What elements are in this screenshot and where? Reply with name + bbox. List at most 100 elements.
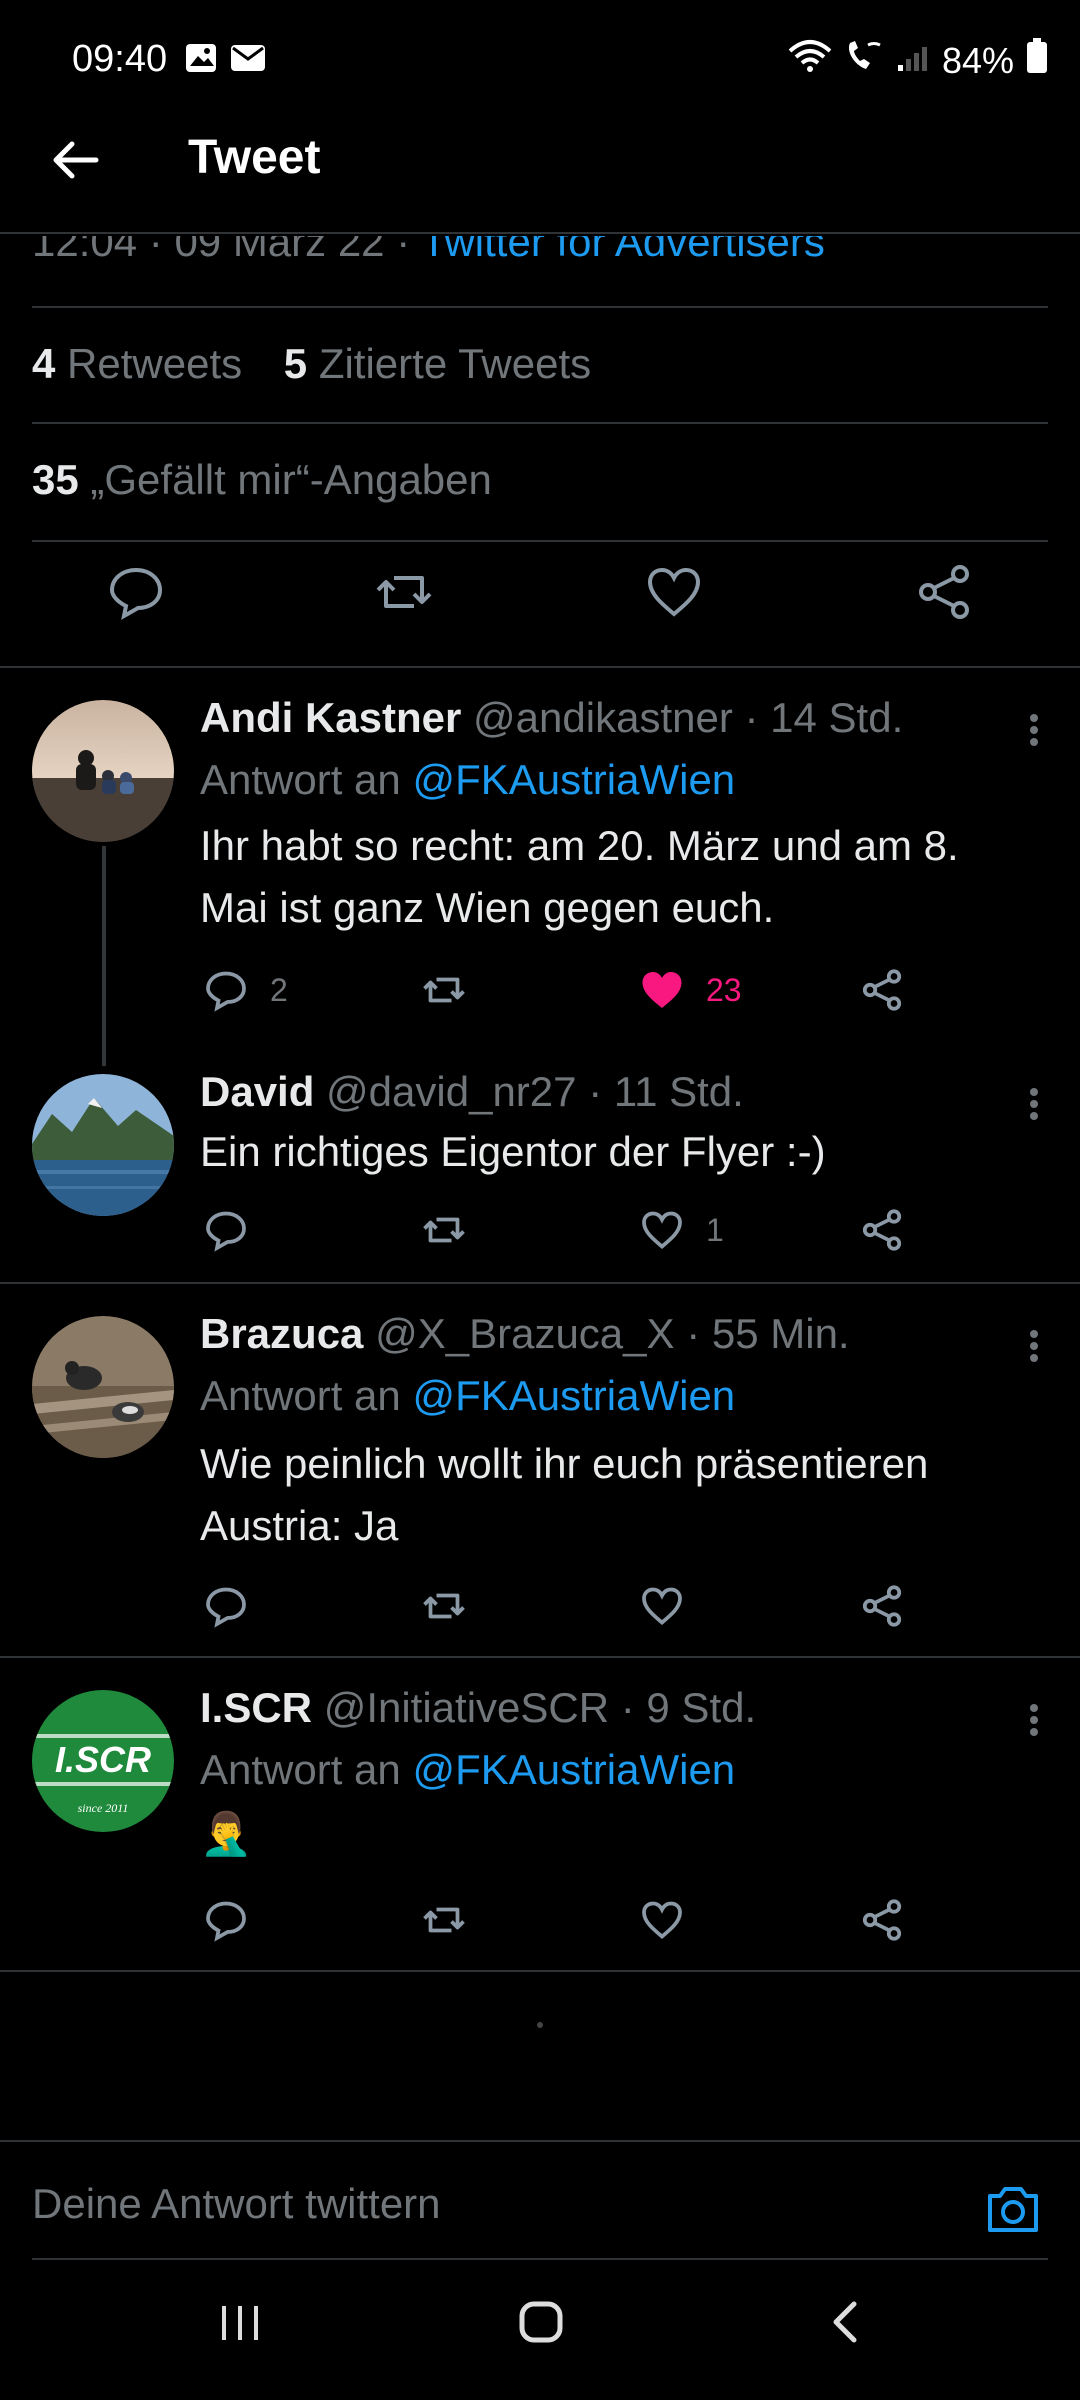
reply-to-label: Antwort an <box>200 756 401 803</box>
reply-to-label: Antwort an <box>200 1746 401 1793</box>
avatar[interactable] <box>32 1316 174 1458</box>
back-nav-icon[interactable] <box>826 2300 866 2349</box>
wifi-call-icon <box>844 39 884 82</box>
author-handle[interactable]: @andikastner <box>473 694 733 741</box>
reply-icon[interactable] <box>202 1206 250 1254</box>
divider <box>32 306 1048 308</box>
status-time: 09:40 <box>72 38 168 80</box>
retweet-icon[interactable] <box>420 1582 468 1630</box>
retweet-icon[interactable] <box>420 966 468 1014</box>
reply-age: 11 Std. <box>613 1068 744 1115</box>
battery-icon <box>1026 38 1048 83</box>
back-arrow-icon[interactable] <box>46 130 106 190</box>
author-handle[interactable]: @david_nr27 <box>326 1068 576 1115</box>
author-handle[interactable]: @InitiativeSCR <box>324 1684 609 1731</box>
author-handle[interactable]: @X_Brazuca_X <box>375 1310 674 1357</box>
reply-icon[interactable] <box>202 1582 250 1630</box>
reply-count: 2 <box>270 972 288 1008</box>
divider <box>0 666 1080 668</box>
likes-count: 35 <box>32 456 79 503</box>
retweet-icon[interactable] <box>372 560 436 624</box>
svg-text:I.SCR: I.SCR <box>55 1739 151 1780</box>
reply-age: 14 Std. <box>770 694 904 741</box>
recent-apps-icon[interactable] <box>218 2300 262 2349</box>
quotes-label: Zitierte Tweets <box>318 340 592 387</box>
reply-composer-input[interactable]: Deine Antwort twittern <box>32 2180 441 2228</box>
likes-link[interactable]: 35 „Gefällt mir“-Angaben <box>32 456 492 504</box>
top-app-bar <box>0 120 1080 236</box>
share-icon[interactable] <box>858 1896 906 1944</box>
composer-bottom-divider <box>32 2258 1048 2260</box>
reply-header: Brazuca @X_Brazuca_X · 55 Min. <box>200 1310 850 1357</box>
reply-icon[interactable] <box>104 560 168 624</box>
divider <box>0 1656 1080 1658</box>
author-name[interactable]: Andi Kastner <box>200 694 461 741</box>
share-icon[interactable] <box>858 1206 906 1254</box>
reply-header: Andi Kastner @andikastner · 14 Std. <box>200 694 904 741</box>
liked-heart-icon[interactable] <box>638 966 686 1014</box>
signal-icon <box>896 40 930 82</box>
status-bar: 09:40 84% <box>0 0 1080 120</box>
mail-notification-icon <box>230 44 266 77</box>
reply-age: 9 Std. <box>646 1684 757 1731</box>
reply-icon[interactable] <box>202 966 250 1014</box>
like-icon[interactable] <box>638 1896 686 1944</box>
gallery-notification-icon <box>184 42 218 79</box>
like-icon[interactable] <box>638 1582 686 1630</box>
reply-age: 55 Min. <box>711 1310 850 1357</box>
more-options-icon[interactable] <box>1024 1316 1044 1376</box>
divider <box>32 540 1048 542</box>
reply-to-line: Antwort an @FKAustriaWien <box>200 1746 735 1794</box>
retweet-stats: 4 Retweets 5 Zitierte Tweets <box>32 340 591 388</box>
facepalm-emoji: 🤦‍♂️ <box>200 1810 253 1857</box>
home-icon[interactable] <box>518 2300 564 2349</box>
retweet-icon[interactable] <box>420 1896 468 1944</box>
like-icon[interactable] <box>642 560 706 624</box>
retweet-icon[interactable] <box>420 1206 468 1254</box>
reply-icon[interactable] <box>202 1896 250 1944</box>
header-divider <box>0 232 1080 234</box>
share-icon[interactable] <box>858 1582 906 1630</box>
quotes-count: 5 <box>283 340 308 387</box>
status-indicators: 84% <box>788 38 1048 83</box>
reply-text: Austria: Ja <box>200 1502 399 1549</box>
reply-text: Ein richtiges Eigentor der Flyer :-) <box>200 1128 826 1175</box>
reply-text: Mai ist ganz Wien gegen euch. <box>200 884 775 931</box>
share-icon[interactable] <box>912 560 976 624</box>
wifi-icon <box>788 39 832 82</box>
retweets-label: Retweets <box>67 340 243 387</box>
reply-to-label: Antwort an <box>200 1372 401 1419</box>
more-options-icon[interactable] <box>1024 1690 1044 1750</box>
like-icon[interactable] <box>638 1206 686 1254</box>
reply-header: I.SCR @InitiativeSCR · 9 Std. <box>200 1684 757 1731</box>
divider <box>32 422 1048 424</box>
reply-to-mention[interactable]: @FKAustriaWien <box>412 1372 735 1419</box>
quotes-link[interactable]: 5 Zitierte Tweets <box>284 340 591 387</box>
retweets-count: 4 <box>32 340 56 387</box>
avatar[interactable] <box>32 1074 174 1216</box>
divider <box>0 1970 1080 1972</box>
like-count: 1 <box>706 1212 724 1248</box>
reply-to-mention[interactable]: @FKAustriaWien <box>412 1746 735 1793</box>
reply-to-line: Antwort an @FKAustriaWien <box>200 756 735 804</box>
composer-top-divider <box>0 2140 1080 2142</box>
author-name[interactable]: I.SCR <box>200 1684 312 1731</box>
avatar[interactable]: I.SCR since 2011 <box>32 1690 174 1832</box>
reply-to-mention[interactable]: @FKAustriaWien <box>412 756 735 803</box>
thread-connector <box>102 846 106 1066</box>
tweet-action-bar <box>0 560 1080 650</box>
retweets-link[interactable]: 4 Retweets <box>32 340 242 387</box>
avatar[interactable] <box>32 700 174 842</box>
page-title: Tweet <box>188 131 321 184</box>
author-name[interactable]: Brazuca <box>200 1310 363 1357</box>
more-options-icon[interactable] <box>1024 1074 1044 1134</box>
svg-text:since 2011: since 2011 <box>78 1801 129 1815</box>
reply-header: David @david_nr27 · 11 Std. <box>200 1068 744 1115</box>
reply-text: Ihr habt so recht: am 20. März und am 8. <box>200 822 959 869</box>
loading-indicator <box>537 2022 543 2028</box>
more-options-icon[interactable] <box>1024 700 1044 760</box>
author-name[interactable]: David <box>200 1068 314 1115</box>
camera-icon[interactable] <box>982 2178 1044 2240</box>
share-icon[interactable] <box>858 966 906 1014</box>
likes-label: „Gefällt mir“-Angaben <box>90 456 492 503</box>
